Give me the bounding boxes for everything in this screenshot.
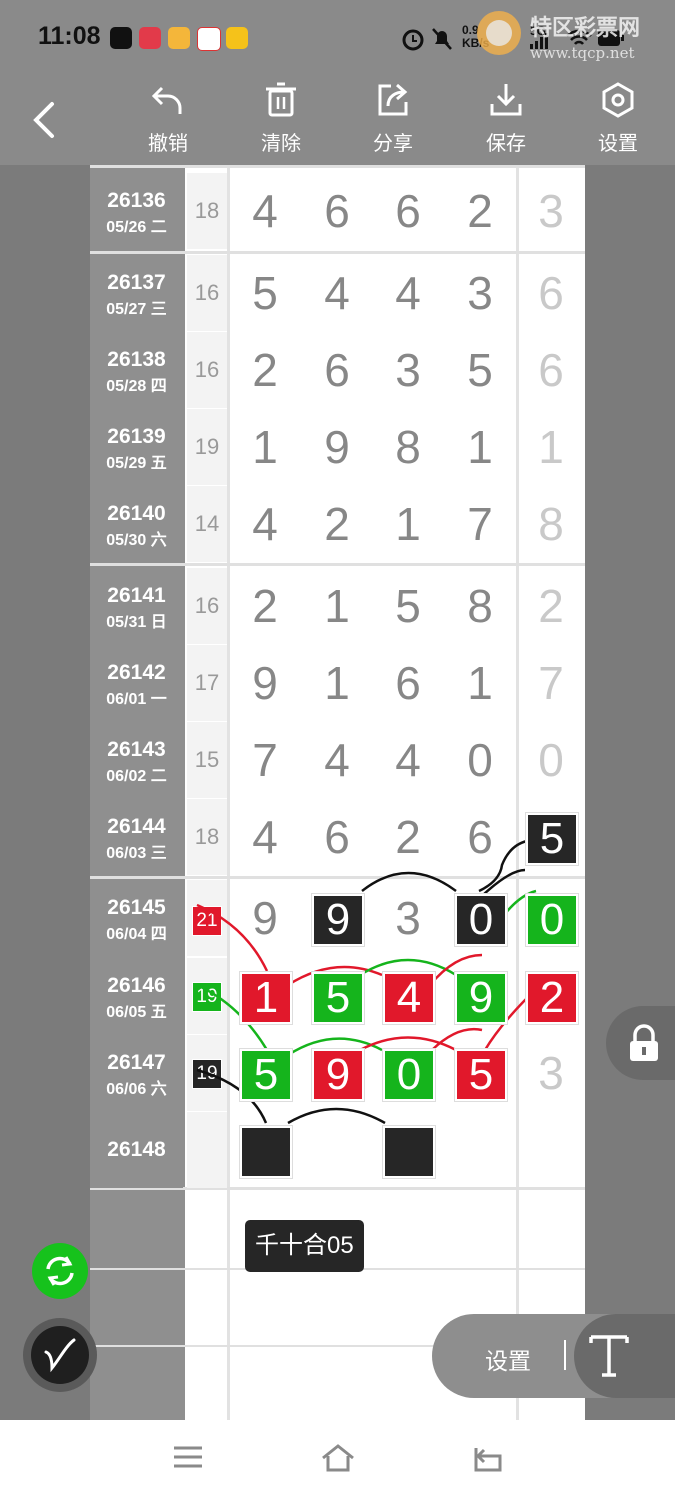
- pen-tool-button[interactable]: [23, 1318, 97, 1392]
- share-button[interactable]: 分享: [358, 82, 428, 156]
- menu-icon[interactable]: [172, 1442, 204, 1472]
- save-label: 保存: [486, 133, 526, 155]
- status-bar: 11:08 0.9 KB/s 5G 特区彩票网 www.tqcp.net: [0, 0, 675, 70]
- highlighted-digit[interactable]: 5: [312, 972, 364, 1024]
- settings-button[interactable]: 设置: [583, 82, 653, 156]
- highlighted-digit[interactable]: 2: [526, 972, 578, 1024]
- highlighted-digit[interactable]: 0: [526, 894, 578, 946]
- heart-app-icon: [139, 27, 161, 49]
- highlighted-digit[interactable]: [240, 1126, 292, 1178]
- sync-button[interactable]: [32, 1243, 88, 1299]
- highlighted-digit[interactable]: [383, 1126, 435, 1178]
- download-icon: [490, 84, 522, 116]
- connection-curve: [482, 868, 526, 896]
- status-time: 11:08: [38, 22, 101, 50]
- lock-button[interactable]: [606, 1006, 675, 1080]
- settings-label: 设置: [598, 133, 638, 155]
- sync-icon: [46, 1256, 74, 1286]
- return-icon[interactable]: [470, 1442, 504, 1474]
- tiktok-icon: [110, 27, 132, 49]
- highlighted-digit[interactable]: 0: [455, 894, 507, 946]
- undo-icon: [151, 86, 182, 114]
- clear-label: 清除: [261, 133, 301, 155]
- settings-hex-icon: [602, 82, 634, 118]
- connection-curve: [287, 1107, 386, 1125]
- share-label: 分享: [373, 133, 413, 155]
- highlighted-digit[interactable]: 5: [455, 1049, 507, 1101]
- clear-button[interactable]: 清除: [246, 82, 316, 156]
- pen-tool-inner: [31, 1326, 89, 1384]
- highlighted-digit[interactable]: 5: [526, 813, 578, 865]
- pen-icon: [44, 1338, 76, 1373]
- highlighted-digit[interactable]: 9: [312, 894, 364, 946]
- tooltip: 千十合05: [245, 1220, 364, 1272]
- notes-app-icon: [226, 27, 248, 49]
- trash-icon: [266, 82, 296, 117]
- toolbar: 撤销 清除 分享 保存 设置: [0, 70, 675, 165]
- system-nav-bar: [0, 1420, 675, 1500]
- lock-icon: [630, 1024, 658, 1061]
- home-icon[interactable]: [320, 1442, 356, 1474]
- pill-divider: [564, 1340, 566, 1370]
- watermark-logo-icon: [477, 11, 521, 55]
- alarm-icon: [402, 29, 424, 51]
- calendar-icon: [197, 27, 221, 51]
- highlighted-digit[interactable]: 9: [312, 1049, 364, 1101]
- undo-label: 撤销: [148, 133, 188, 155]
- video-app-icon: [168, 27, 190, 49]
- share-icon: [378, 83, 408, 116]
- back-icon[interactable]: [30, 100, 60, 140]
- highlighted-digit[interactable]: 5: [240, 1049, 292, 1101]
- undo-button[interactable]: 撤销: [133, 82, 203, 156]
- connection-curve: [196, 903, 269, 972]
- bottom-settings-label: 设置: [485, 1348, 531, 1374]
- watermark-title: 特区彩票网: [530, 15, 641, 40]
- mute-icon: [432, 28, 452, 50]
- text-tool-button[interactable]: [574, 1314, 675, 1398]
- highlighted-digit[interactable]: 0: [383, 1049, 435, 1101]
- connection-curve: [478, 839, 528, 893]
- text-tool-icon: [589, 1335, 629, 1377]
- watermark-url: www.tqcp.net: [530, 44, 635, 62]
- highlighted-digit[interactable]: 1: [240, 972, 292, 1024]
- connection-curve: [431, 1027, 483, 1051]
- save-button[interactable]: 保存: [471, 82, 541, 156]
- highlighted-digit[interactable]: 9: [455, 972, 507, 1024]
- connection-curve: [361, 871, 457, 893]
- highlighted-digit[interactable]: 4: [383, 972, 435, 1024]
